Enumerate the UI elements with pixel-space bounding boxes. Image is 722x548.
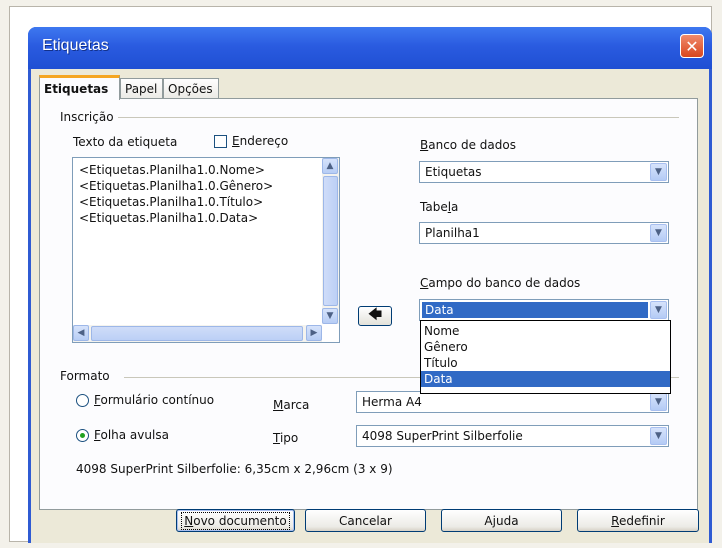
tabela-label: Tabela [420,200,459,214]
chevron-down-icon[interactable]: ▼ [650,301,667,319]
cancelar-label: Cancelar [339,513,392,528]
novo-documento-button[interactable]: Novo documento [176,509,295,532]
radio-formulario-continuo[interactable] [76,394,89,407]
campo-label: Campo do banco de dados [420,276,581,290]
tab-etiquetas[interactable]: Etiquetas [39,75,120,100]
ajuda-label: Ajuda [484,513,519,528]
chevron-down-icon[interactable]: ▼ [650,393,667,411]
formato-group-line [124,377,420,378]
label-text-line: <Etiquetas.Planilha1.0.Data> [79,211,259,225]
tipo-label: Tipo [273,431,299,445]
close-button[interactable]: ✕ [680,34,704,58]
tab-papel[interactable]: Papel [120,78,163,98]
window-title: Etiquetas [42,37,109,54]
campo-focus-highlight [422,302,648,318]
tab-opcoes[interactable]: Opções [163,78,219,98]
dropdown-option[interactable]: Nome [421,323,670,339]
marca-label: Marca [273,398,310,412]
formulario-continuo-label: Formulário contínuo [94,393,215,407]
chevron-down-icon[interactable]: ▼ [650,427,667,445]
campo-select[interactable]: Data ▼ [419,299,669,321]
marca-value: Herma A4 [362,395,422,409]
label-text-line: <Etiquetas.Planilha1.0.Título> [79,195,264,209]
title-bar: Etiquetas ✕ [28,27,712,69]
format-info-text: 4098 SuperPrint Silberfolie: 6,35cm x 2,… [76,462,393,476]
banco-dados-label: Banco de dados [420,138,516,152]
redefinir-label: Redefinir [611,513,665,528]
vertical-scroll-thumb[interactable] [323,176,338,306]
marca-select[interactable]: Herma A4 ▼ [356,391,669,413]
horizontal-scroll-thumb[interactable] [91,326,303,341]
cancelar-button[interactable]: Cancelar [305,509,426,532]
chevron-down-icon[interactable]: ▼ [650,163,667,181]
campo-dropdown-list[interactable]: Nome Gênero Título Data [420,320,671,394]
close-icon: ✕ [685,36,699,56]
formato-group-line-end [670,377,679,378]
formato-group-label: Formato [60,369,114,383]
novo-documento-label: Novo documento [181,511,290,530]
inscricao-group-line [112,117,679,118]
tipo-select[interactable]: 4098 SuperPrint Silberfolie ▼ [356,425,669,447]
tabela-value: Planilha1 [425,226,480,240]
tabela-select[interactable]: Planilha1 ▼ [419,222,669,244]
arrow-left-icon: 🡄 [367,307,383,323]
horizontal-scrollbar[interactable]: ◀ ▶ [73,325,322,342]
label-text-line: <Etiquetas.Planilha1.0.Nome> [79,163,265,177]
label-text-line: <Etiquetas.Planilha1.0.Gênero> [79,179,274,193]
folha-avulsa-label: Folha avulsa [94,428,169,442]
campo-value: Data [425,303,454,317]
texto-etiqueta-label: Texto da etiqueta [73,135,178,149]
endereco-checkbox[interactable] [214,135,227,148]
radio-folha-avulsa[interactable] [76,429,89,442]
vertical-scrollbar[interactable]: ▲ ▼ [322,158,339,324]
redefinir-button[interactable]: Redefinir [577,509,699,532]
tipo-value: 4098 SuperPrint Silberfolie [362,429,523,443]
scroll-left-icon[interactable]: ◀ [73,325,89,341]
banco-dados-select[interactable]: Etiquetas ▼ [419,161,669,183]
dropdown-option[interactable]: Gênero [421,339,670,355]
scroll-down-icon[interactable]: ▼ [322,308,338,324]
dropdown-option-selected[interactable]: Data [421,371,670,387]
scroll-right-icon[interactable]: ▶ [306,325,322,341]
ajuda-button[interactable]: Ajuda [441,509,562,532]
label-text-area[interactable]: <Etiquetas.Planilha1.0.Nome> <Etiquetas.… [72,157,340,343]
insert-field-button[interactable]: 🡄 [358,306,392,326]
banco-dados-value: Etiquetas [425,165,482,179]
scroll-up-icon[interactable]: ▲ [322,158,338,174]
dropdown-option[interactable]: Título [421,355,670,371]
inscricao-group-label: Inscrição [60,110,118,124]
chevron-down-icon[interactable]: ▼ [650,224,667,242]
endereco-label: Endereço [232,134,289,148]
